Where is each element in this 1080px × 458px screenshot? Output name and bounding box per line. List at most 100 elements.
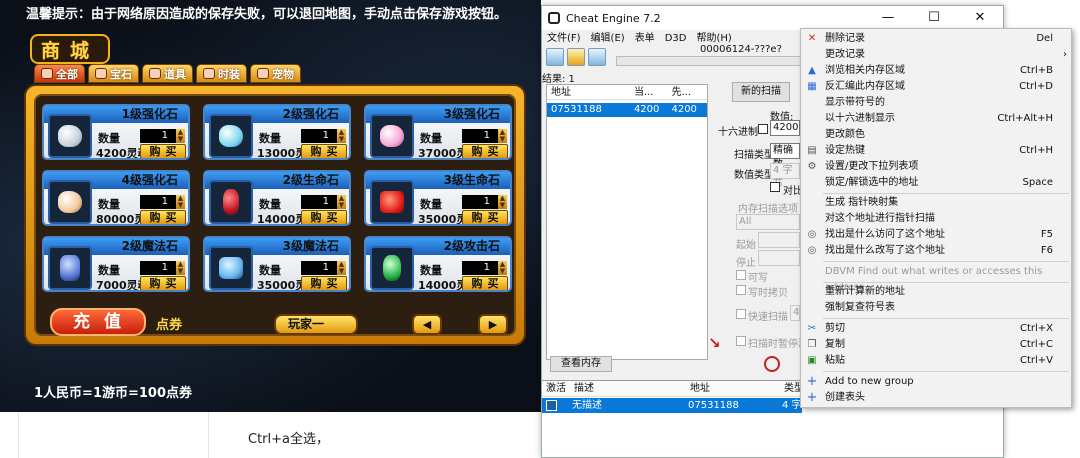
prev-page-button[interactable]: ◀ — [412, 314, 442, 335]
menu-item-find-write[interactable]: ◎ 找出是什么改写了这个地址 F6 — [801, 243, 1071, 259]
col-address[interactable]: 地址 — [547, 85, 632, 99]
col-address[interactable]: 地址 — [686, 381, 780, 396]
menu-item-pointer-scan[interactable]: 对这个地址进行指针扫描 — [801, 211, 1071, 227]
menu-file[interactable]: 文件(F) — [547, 30, 581, 48]
menu-item-recalculate[interactable]: 重新计算新的地址 — [801, 284, 1071, 300]
tab-all[interactable]: 全部 — [34, 64, 85, 83]
col-previous[interactable]: 先... — [669, 85, 707, 99]
start-address-input[interactable] — [758, 232, 800, 248]
player-select[interactable]: 玩家一 — [274, 314, 358, 335]
menu-item-paste[interactable]: ▣ 粘贴 Ctrl+V — [801, 353, 1071, 369]
qty-input[interactable]: 1 — [140, 129, 176, 143]
qty-input[interactable]: 1 — [140, 261, 176, 275]
menu-item-show-hex[interactable]: 以十六进制显示 Ctrl+Alt+H — [801, 111, 1071, 127]
buy-button[interactable]: 购买 — [301, 210, 347, 224]
scan-results-list[interactable]: 地址 当... 先... 07531188 4200 4200 — [546, 84, 708, 360]
menu-table[interactable]: 表单 — [635, 30, 655, 48]
recharge-button[interactable]: 充值 — [50, 308, 146, 336]
doc-divider — [18, 412, 19, 458]
maximize-button[interactable]: ☐ — [911, 6, 957, 30]
pause-scan-label: 扫描时暂停游 — [748, 339, 808, 350]
menu-item-copy[interactable]: ❐ 复制 Ctrl+C — [801, 337, 1071, 353]
tab-gems[interactable]: 宝石 — [88, 64, 139, 83]
tab-pets[interactable]: 宠物 — [250, 64, 301, 83]
qty-input[interactable]: 1 — [140, 195, 176, 209]
buy-button[interactable]: 购买 — [140, 144, 186, 158]
tab-fashion[interactable]: 时装 — [196, 64, 247, 83]
qty-input[interactable]: 1 — [301, 129, 337, 143]
writable-checkbox[interactable] — [736, 270, 746, 280]
active-checkbox[interactable] — [546, 400, 557, 411]
menu-edit[interactable]: 编辑(E) — [591, 30, 625, 48]
menu-item-find-access[interactable]: ◎ 找出是什么访问了这个地址 F5 — [801, 227, 1071, 243]
value-input[interactable]: 4200 — [770, 120, 800, 136]
qty-stepper[interactable]: ▲ ▼ — [176, 261, 185, 275]
next-page-button[interactable]: ▶ — [478, 314, 508, 335]
menu-item-pointer-map[interactable]: 生成 指针映射集 — [801, 195, 1071, 211]
col-current[interactable]: 当... — [632, 85, 670, 99]
buy-button[interactable]: 购买 — [462, 276, 508, 290]
menu-label: 设置/更改下拉列表项 — [825, 161, 919, 172]
add-to-list-arrow-icon[interactable]: ↘ — [708, 334, 726, 352]
qty-stepper[interactable]: ▲ ▼ — [337, 129, 346, 143]
qty-input[interactable]: 1 — [462, 261, 498, 275]
qty-stepper[interactable]: ▲ ▼ — [498, 129, 507, 143]
qty-stepper[interactable]: ▲ ▼ — [498, 195, 507, 209]
qty-stepper[interactable]: ▲ ▼ — [498, 261, 507, 275]
buy-button[interactable]: 购买 — [301, 144, 347, 158]
stop-icon[interactable] — [764, 356, 780, 372]
buy-button[interactable]: 购买 — [140, 276, 186, 290]
copy-on-write-checkbox[interactable] — [736, 285, 746, 295]
fast-scan-checkbox[interactable] — [736, 309, 746, 319]
menu-item-browse-memory[interactable]: ▲ 浏览相关内存区域 Ctrl+B — [801, 63, 1071, 79]
qty-stepper[interactable]: ▲ ▼ — [337, 261, 346, 275]
menu-item-disassemble[interactable]: ▦ 反汇编此内存区域 Ctrl+D — [801, 79, 1071, 95]
qty-stepper[interactable]: ▲ ▼ — [337, 195, 346, 209]
pause-scan-checkbox[interactable] — [736, 336, 746, 346]
memory-region-select[interactable]: All — [736, 214, 800, 230]
menu-item-dropdown-list[interactable]: ⚙ 设置/更改下拉列表项 — [801, 159, 1071, 175]
qty-stepper[interactable]: ▲ ▼ — [176, 129, 185, 143]
menu-shortcut: Ctrl+X — [1019, 323, 1053, 334]
menu-item-change-color[interactable]: 更改颜色 — [801, 127, 1071, 143]
menu-item-add-group[interactable]: + Add to new group — [801, 374, 1071, 390]
col-active[interactable]: 激活 — [542, 381, 570, 396]
menu-item-set-hotkey[interactable]: ▤ 设定热键 Ctrl+H — [801, 143, 1071, 159]
qty-input[interactable]: 1 — [462, 129, 498, 143]
minimize-button[interactable]: — — [865, 6, 911, 30]
close-button[interactable]: ✕ — [957, 6, 1003, 30]
menu-item-create-header[interactable]: + 创建表头 — [801, 390, 1071, 406]
scan-type-select[interactable]: 精确数 — [770, 143, 800, 170]
menu-item-cut[interactable]: ✂ 剪切 Ctrl+X — [801, 321, 1071, 337]
qty-input[interactable]: 1 — [301, 195, 337, 209]
buy-button[interactable]: 购买 — [301, 276, 347, 290]
result-row[interactable]: 07531188 4200 4200 — [547, 103, 707, 117]
hex-checkbox[interactable] — [758, 124, 768, 134]
tab-items[interactable]: 道具 — [142, 64, 193, 83]
buy-button[interactable]: 购买 — [462, 210, 508, 224]
qty-input[interactable]: 1 — [301, 261, 337, 275]
qty-stepper[interactable]: ▲ ▼ — [176, 195, 185, 209]
stop-address-input[interactable] — [758, 250, 800, 266]
menu-item-lock-address[interactable]: 锁定/解锁选中的地址 Space — [801, 175, 1071, 191]
menu-separator — [823, 318, 1069, 319]
fast-scan-alignment[interactable]: 4 — [790, 305, 800, 321]
address-row[interactable]: 无描述 07531188 4 字 — [542, 398, 802, 413]
menu-d3d[interactable]: D3D — [665, 30, 687, 48]
menu-item-change-record[interactable]: 更改记录 › — [801, 47, 1071, 63]
open-file-icon[interactable] — [567, 48, 585, 66]
qty-label: 数量 — [420, 264, 442, 277]
buy-button[interactable]: 购买 — [462, 144, 508, 158]
new-scan-button[interactable]: 新的扫描 — [732, 82, 790, 102]
menu-item-show-signed[interactable]: 显示带符号的 — [801, 95, 1071, 111]
menu-item-recheck-symbols[interactable]: 强制复查符号表 — [801, 300, 1071, 316]
save-icon[interactable] — [588, 48, 606, 66]
menu-item-delete[interactable]: ✕ 删除记录 Del — [801, 31, 1071, 47]
col-description[interactable]: 描述 — [570, 381, 686, 396]
select-process-icon[interactable] — [546, 48, 564, 66]
qty-input[interactable]: 1 — [462, 195, 498, 209]
buy-button[interactable]: 购买 — [140, 210, 186, 224]
view-memory-button[interactable]: 查看内存 — [550, 356, 612, 372]
value-type-select[interactable]: 4 字节 — [770, 163, 800, 190]
compare-checkbox[interactable] — [770, 182, 780, 192]
